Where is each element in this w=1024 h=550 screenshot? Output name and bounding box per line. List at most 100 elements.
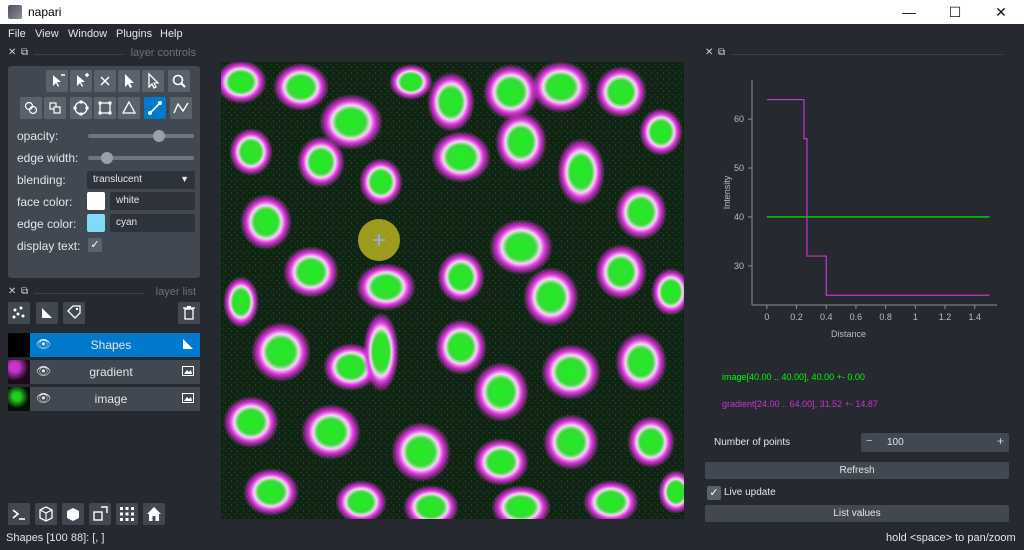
layer-thumbnail <box>8 360 30 384</box>
ndisplay-button[interactable] <box>35 503 57 525</box>
cube-3d-icon <box>39 506 53 522</box>
move-front-tool[interactable] <box>44 97 66 119</box>
menu-window[interactable]: Window <box>68 28 107 40</box>
face-color-input[interactable]: white <box>110 192 195 210</box>
y-tick-label: 60 <box>734 114 744 124</box>
new-labels-layer-button[interactable] <box>63 302 85 324</box>
rectangle-icon <box>98 101 112 115</box>
dock-float-icon[interactable]: ⧉ <box>718 47 725 58</box>
blob <box>615 184 667 240</box>
status-text: Shapes [100 88]: [, ] <box>6 532 105 544</box>
console-button[interactable] <box>8 503 30 525</box>
blob <box>223 396 279 448</box>
edge-color-swatch[interactable] <box>87 214 105 232</box>
move-back-icon <box>24 101 38 115</box>
menu-bar: File View Window Plugins Help <box>0 24 1024 44</box>
line-icon <box>148 101 162 115</box>
live-update-checkbox[interactable]: ✓ <box>707 486 721 500</box>
add-vertex-icon <box>77 73 89 87</box>
dock-close-icon[interactable]: ✕ <box>8 286 16 297</box>
zoom-tool[interactable] <box>168 70 190 92</box>
chevron-down-icon: ▼ <box>180 174 189 184</box>
dock-close-icon[interactable]: ✕ <box>705 47 713 58</box>
blob <box>615 332 667 392</box>
blob <box>473 362 529 422</box>
edge-color-value: cyan <box>116 217 138 228</box>
layer-row-image[interactable]: 👁 image <box>8 387 200 411</box>
y-axis-label: Intensity <box>722 175 732 209</box>
plot-dock-header: ✕ ⧉ <box>705 47 1005 61</box>
help-text: hold <space> to pan/zoom <box>886 532 1016 544</box>
ellipse-tool[interactable] <box>70 97 92 119</box>
image-stats-text: image[40.00 .. 40.00], 40.00 +- 0.00 <box>722 372 865 382</box>
blob <box>240 194 292 250</box>
dock-float-icon[interactable]: ⧉ <box>21 286 28 297</box>
delete-vertex-tool[interactable] <box>46 70 68 92</box>
polygon-tool[interactable] <box>118 97 140 119</box>
delete-icon <box>100 76 110 86</box>
home-button[interactable] <box>143 503 165 525</box>
viewer-canvas[interactable] <box>221 62 684 519</box>
path-tool[interactable] <box>170 97 192 119</box>
blob <box>639 108 683 156</box>
delete-layer-button[interactable] <box>178 302 200 324</box>
dock-float-icon[interactable]: ⧉ <box>21 47 28 58</box>
edge-width-label: edge width: <box>17 151 79 165</box>
roll-dims-button[interactable] <box>62 503 84 525</box>
maximize-button[interactable]: ☐ <box>932 0 978 24</box>
zoom-icon <box>172 74 186 88</box>
face-color-swatch[interactable] <box>87 192 105 210</box>
intensity-profile-plot: 60 50 40 30 0 0.2 0.4 0.6 0.8 1 1.2 1.4 Distance Inte… <box>722 80 997 339</box>
select-vertex-tool[interactable] <box>118 70 140 92</box>
opacity-slider[interactable] <box>88 134 194 138</box>
grid-view-button[interactable] <box>116 503 138 525</box>
new-points-layer-button[interactable] <box>8 302 30 324</box>
layer-row-shapes[interactable]: 👁 Shapes <box>8 333 200 357</box>
blob <box>359 158 403 206</box>
layer-row-gradient[interactable]: 👁 gradient <box>8 360 200 384</box>
blob <box>473 438 529 486</box>
blending-select[interactable]: translucent ▼ <box>87 171 195 189</box>
blob <box>523 267 579 327</box>
move-front-icon <box>49 102 61 114</box>
display-text-checkbox[interactable]: ✓ <box>88 238 102 252</box>
rectangle-tool[interactable] <box>94 97 116 119</box>
delete-shape-tool[interactable] <box>94 70 116 92</box>
delete-vertex-icon <box>53 74 65 87</box>
x-tick-label: 0.4 <box>820 312 833 322</box>
line-tool[interactable] <box>144 97 166 119</box>
edge-width-slider-handle[interactable] <box>101 152 113 164</box>
decrement-button[interactable]: − <box>866 435 872 447</box>
menu-help[interactable]: Help <box>160 28 183 40</box>
blob <box>427 72 475 132</box>
new-shapes-layer-button[interactable] <box>36 302 58 324</box>
display-text-label: display text: <box>17 239 81 253</box>
minimize-button[interactable]: — <box>886 0 932 24</box>
select-shape-tool[interactable] <box>142 70 164 92</box>
menu-file[interactable]: File <box>8 28 26 40</box>
menu-plugins[interactable]: Plugins <box>116 28 152 40</box>
opacity-slider-handle[interactable] <box>153 130 165 142</box>
home-icon <box>147 507 161 521</box>
refresh-button[interactable]: Refresh <box>705 462 1009 479</box>
dock-close-icon[interactable]: ✕ <box>8 47 16 58</box>
console-icon <box>12 509 25 520</box>
num-points-label: Number of points <box>714 437 791 448</box>
edge-color-input[interactable]: cyan <box>110 214 195 232</box>
list-values-button[interactable]: List values <box>705 505 1009 522</box>
y-tick-label: 40 <box>734 212 744 222</box>
napari-logo-icon <box>8 5 22 19</box>
x-tick-label: 1.4 <box>968 312 981 322</box>
menu-view[interactable]: View <box>35 28 59 40</box>
move-back-tool[interactable] <box>20 97 42 119</box>
add-vertex-tool[interactable] <box>70 70 92 92</box>
new-labels-icon <box>67 305 81 319</box>
live-update-label: Live update <box>724 487 776 498</box>
transpose-button[interactable] <box>89 503 111 525</box>
new-points-icon <box>12 306 25 319</box>
close-button[interactable]: ✕ <box>978 0 1024 24</box>
blob <box>363 312 399 392</box>
blob <box>356 263 416 311</box>
increment-button[interactable]: + <box>997 434 1004 448</box>
num-points-spinbox[interactable]: − 100 + <box>861 433 1009 452</box>
